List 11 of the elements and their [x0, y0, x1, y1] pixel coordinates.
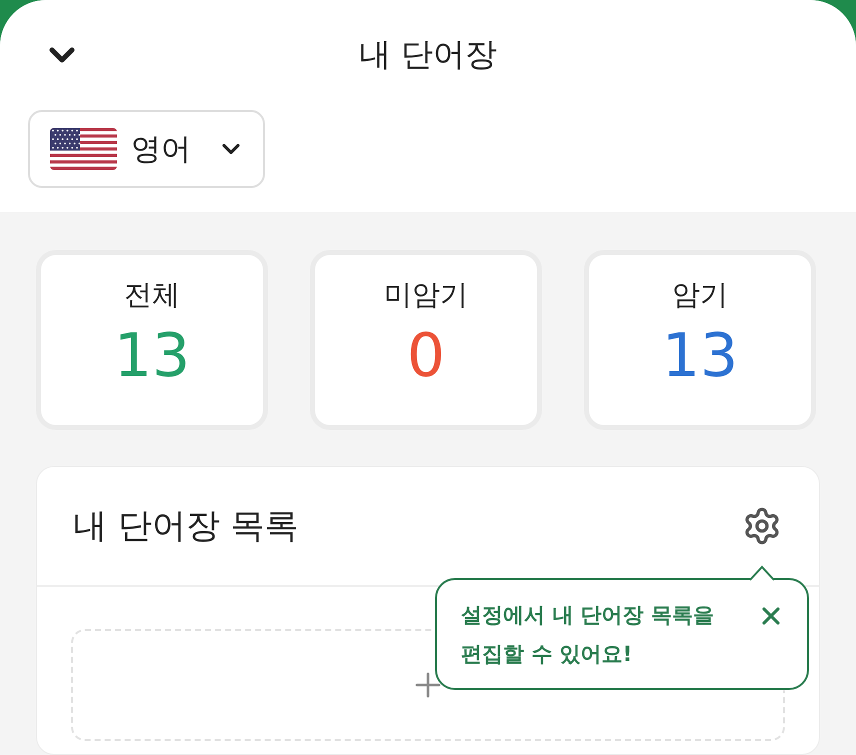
stat-value: 13	[662, 320, 738, 393]
list-title: 내 단어장 목록	[73, 505, 299, 548]
stat-label: 전체	[124, 277, 180, 313]
stat-value: 0	[406, 320, 446, 393]
stat-value: 13	[114, 320, 190, 393]
language-select[interactable]: 영어	[28, 110, 265, 188]
stat-label: 암기	[672, 277, 728, 313]
tooltip-text: 설정에서 내 단어장 목록을 편집할 수 있어요!	[461, 602, 714, 668]
stat-label: 미암기	[384, 277, 468, 313]
flag-icon	[50, 128, 117, 170]
page-title: 내 단어장	[358, 34, 498, 75]
